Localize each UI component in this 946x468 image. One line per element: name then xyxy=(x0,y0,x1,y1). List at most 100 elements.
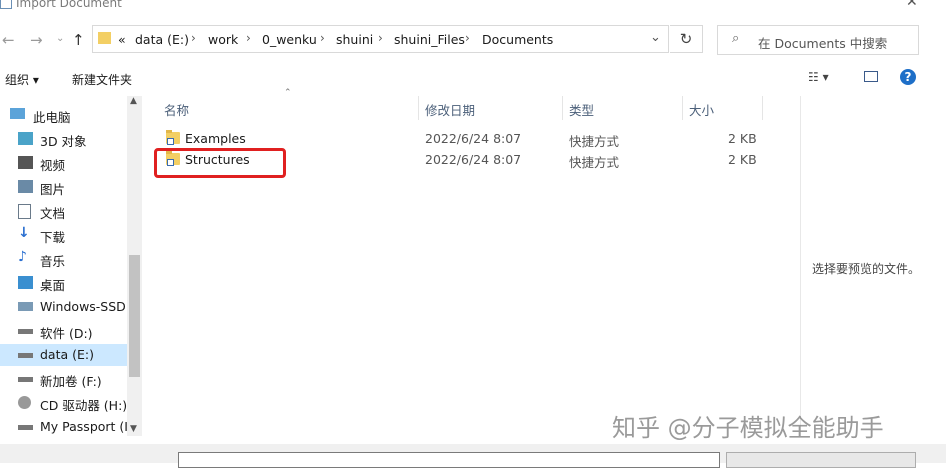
breadcrumb-overflow[interactable]: « xyxy=(118,32,126,47)
breadcrumb-item[interactable]: 0_wenku xyxy=(262,32,317,47)
file-size: 2 KB xyxy=(728,131,757,146)
nav-item-label: 图片 xyxy=(40,182,66,197)
nav-item-label: 下载 xyxy=(40,230,66,245)
nav-item-drive-d[interactable]: 软件 (D:) xyxy=(0,320,127,342)
preview-pane-icon[interactable] xyxy=(864,71,878,82)
column-divider[interactable] xyxy=(762,96,763,120)
nav-item-label: My Passport (I xyxy=(40,419,128,434)
file-type: 快捷方式 xyxy=(569,134,620,149)
picture-icon xyxy=(18,180,33,193)
close-icon[interactable]: ✕ xyxy=(906,0,918,10)
video-icon xyxy=(18,156,33,169)
watermark: 知乎 @分子模拟全能助手 xyxy=(612,414,884,442)
nav-item-desktop[interactable]: 桌面 xyxy=(0,272,127,294)
breadcrumb-separator-icon[interactable]: › xyxy=(191,31,196,45)
nav-item-drive-f[interactable]: 新加卷 (F:) xyxy=(0,368,127,390)
nav-item-label: Windows-SSD xyxy=(40,299,126,314)
column-divider[interactable] xyxy=(562,96,563,120)
preview-message: 选择要预览的文件。 xyxy=(812,262,921,276)
nav-item-music[interactable]: ♪ 音乐 xyxy=(0,248,127,270)
nav-item-cd-drive[interactable]: CD 驱动器 (H:) xyxy=(0,392,127,414)
breadcrumb-item[interactable]: Documents xyxy=(482,32,553,47)
filename-bar xyxy=(0,444,946,468)
breadcrumb-item[interactable]: shuini_Files xyxy=(394,32,465,47)
column-header-size[interactable]: 大小 xyxy=(689,100,714,119)
file-name: Examples xyxy=(185,131,246,146)
nav-item-label: CD 驱动器 (H:) xyxy=(40,398,128,413)
file-type-select[interactable] xyxy=(726,452,916,468)
computer-icon xyxy=(10,108,25,119)
breadcrumb-separator-icon[interactable]: › xyxy=(465,31,470,45)
search-icon: ⌕ xyxy=(732,31,740,46)
view-options-icon[interactable]: ☷ ▾ xyxy=(808,70,829,84)
recent-chevron-icon[interactable]: ⌄ xyxy=(56,33,64,44)
nav-item-label: data (E:) xyxy=(40,347,94,362)
drive-icon xyxy=(18,329,33,334)
cd-icon xyxy=(18,396,31,409)
search-placeholder: 在 Documents 中搜索 xyxy=(758,36,888,51)
address-bar[interactable]: « data (E:) › work › 0_wenku › shuini › … xyxy=(92,25,669,53)
back-arrow-icon[interactable]: ← xyxy=(2,31,15,49)
breadcrumb-separator-icon[interactable]: › xyxy=(320,31,325,45)
preview-divider[interactable] xyxy=(800,96,801,436)
nav-item-label: 桌面 xyxy=(40,278,66,293)
file-type: 快捷方式 xyxy=(569,155,620,170)
cube-icon xyxy=(18,132,33,145)
scroll-down-icon[interactable]: ▼ xyxy=(130,424,137,434)
nav-item-3d-objects[interactable]: 3D 对象 xyxy=(0,128,127,150)
filename-input[interactable] xyxy=(178,452,720,468)
nav-item-documents[interactable]: 文档 xyxy=(0,200,127,222)
breadcrumb-item[interactable]: shuini xyxy=(336,32,373,47)
nav-item-windows-ssd[interactable]: Windows-SSD xyxy=(0,296,127,318)
nav-item-my-passport[interactable]: My Passport (I xyxy=(0,416,128,438)
nav-item-this-pc[interactable]: 此电脑 xyxy=(0,104,127,126)
organize-menu[interactable]: 组织 ▾ xyxy=(5,71,39,88)
folder-icon xyxy=(98,32,111,44)
navigation-pane: 此电脑 3D 对象 视频 图片 文档 ↓ 下载 ♪ 音乐 桌面 Windows-… xyxy=(0,96,140,436)
nav-item-pictures[interactable]: 图片 xyxy=(0,176,127,198)
nav-item-label: 此电脑 xyxy=(33,110,71,125)
file-date: 2022/6/24 8:07 xyxy=(425,131,522,146)
drive-icon xyxy=(18,377,33,382)
nav-item-drive-e[interactable]: data (E:) xyxy=(0,344,127,366)
column-header-type[interactable]: 类型 xyxy=(569,100,594,119)
desktop-icon xyxy=(18,276,33,289)
breadcrumb-item[interactable]: work xyxy=(208,32,238,47)
shortcut-arrow-icon xyxy=(167,138,174,145)
nav-item-downloads[interactable]: ↓ 下载 xyxy=(0,224,127,246)
column-header-name[interactable]: 名称 xyxy=(164,100,189,119)
highlight-annotation xyxy=(154,148,286,178)
column-divider[interactable] xyxy=(682,96,683,120)
drive-icon xyxy=(18,302,33,311)
sort-ascending-icon: ⌃ xyxy=(284,88,292,98)
help-icon[interactable]: ? xyxy=(900,69,916,85)
folder-shortcut-icon xyxy=(166,130,180,145)
nav-item-label: 文档 xyxy=(40,206,66,221)
title-bar xyxy=(0,0,946,14)
address-dropdown-icon[interactable]: ⌄ xyxy=(650,30,661,45)
new-folder-button[interactable]: 新建文件夹 xyxy=(72,71,132,88)
column-divider[interactable] xyxy=(418,96,419,120)
music-icon: ♪ xyxy=(18,249,27,265)
nav-item-label: 视频 xyxy=(40,158,66,173)
nav-item-label: 软件 (D:) xyxy=(40,326,93,341)
file-row[interactable]: Examples 2022/6/24 8:07 快捷方式 2 KB xyxy=(150,128,800,149)
up-arrow-icon[interactable]: ↑ xyxy=(72,31,85,49)
breadcrumb-separator-icon[interactable]: › xyxy=(378,31,383,45)
drive-icon xyxy=(18,353,33,358)
nav-item-videos[interactable]: 视频 xyxy=(0,152,127,174)
nav-scroll-thumb[interactable] xyxy=(129,255,140,377)
nav-item-label: 音乐 xyxy=(40,254,66,269)
window-icon xyxy=(0,0,12,9)
breadcrumb-item[interactable]: data (E:) xyxy=(135,32,189,47)
breadcrumb-separator-icon[interactable]: › xyxy=(246,31,251,45)
nav-item-label: 3D 对象 xyxy=(40,134,87,149)
refresh-icon[interactable]: ↻ xyxy=(670,25,703,53)
nav-item-label: 新加卷 (F:) xyxy=(40,374,102,389)
forward-arrow-icon[interactable]: → xyxy=(30,31,43,49)
search-input[interactable]: ⌕ 在 Documents 中搜索 xyxy=(717,25,919,55)
download-icon: ↓ xyxy=(18,225,30,241)
scroll-up-icon[interactable]: ▲ xyxy=(130,96,137,106)
column-header-date[interactable]: 修改日期 xyxy=(425,100,475,119)
document-icon xyxy=(18,204,31,219)
